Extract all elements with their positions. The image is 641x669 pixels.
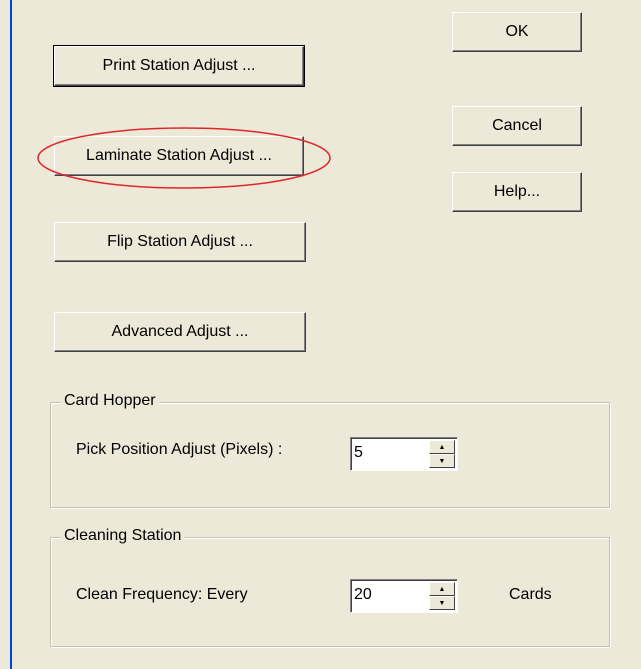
clean-frequency-label: Clean Frequency: Every <box>76 586 248 603</box>
cleaning-station-group: Cleaning Station Clean Frequency: Every … <box>50 527 610 647</box>
spin-up-arrow-icon[interactable]: ▲ <box>429 440 455 454</box>
laminate-station-adjust-button[interactable]: Laminate Station Adjust ... <box>54 136 304 176</box>
advanced-adjust-button[interactable]: Advanced Adjust ... <box>54 312 306 352</box>
spin-down-arrow-icon[interactable]: ▼ <box>429 454 455 468</box>
clean-frequency-spinner[interactable]: ▲ ▼ <box>350 579 458 613</box>
card-hopper-group: Card Hopper Pick Position Adjust (Pixels… <box>50 392 610 508</box>
pick-position-spinner[interactable]: ▲ ▼ <box>350 437 458 471</box>
window-left-border <box>10 0 12 669</box>
cleaning-station-title: Cleaning Station <box>61 527 185 545</box>
ok-button[interactable]: OK <box>452 12 582 52</box>
cancel-button[interactable]: Cancel <box>452 106 582 146</box>
spin-down-arrow-icon[interactable]: ▼ <box>429 596 455 610</box>
clean-frequency-input[interactable] <box>354 582 420 608</box>
pick-position-label: Pick Position Adjust (Pixels) : <box>76 441 283 458</box>
spin-up-arrow-icon[interactable]: ▲ <box>429 582 455 596</box>
print-station-adjust-button[interactable]: Print Station Adjust ... <box>53 45 305 87</box>
card-hopper-title: Card Hopper <box>61 392 159 410</box>
pick-position-input[interactable] <box>354 440 420 466</box>
help-button[interactable]: Help... <box>452 172 582 212</box>
flip-station-adjust-button[interactable]: Flip Station Adjust ... <box>54 222 306 262</box>
cards-unit-label: Cards <box>509 586 552 603</box>
